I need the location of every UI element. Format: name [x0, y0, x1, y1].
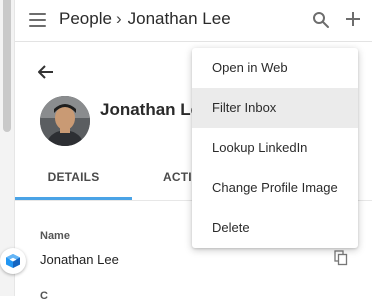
app-badge-icon — [6, 254, 20, 268]
back-arrow-icon[interactable] — [36, 62, 56, 82]
name-field-value: Jonathan Lee — [40, 252, 119, 267]
next-field-label: C — [40, 290, 48, 302]
tab-details-label: DETAILS — [47, 170, 100, 184]
menu-item-open-in-web[interactable]: Open in Web — [192, 48, 358, 88]
overflow-menu: Open in Web Filter Inbox Lookup LinkedIn… — [192, 48, 358, 248]
app-badge[interactable] — [0, 248, 26, 274]
breadcrumb: People › Jonathan Lee — [59, 9, 231, 29]
menu-item-filter-inbox[interactable]: Filter Inbox — [192, 88, 358, 128]
breadcrumb-current: Jonathan Lee — [127, 9, 231, 28]
scrollbar-thumb[interactable] — [3, 0, 11, 132]
tab-details[interactable]: DETAILS — [15, 156, 132, 200]
breadcrumb-separator: › — [115, 9, 122, 28]
avatar — [40, 96, 90, 146]
breadcrumb-root[interactable]: People — [59, 9, 112, 28]
add-icon[interactable] — [344, 10, 362, 28]
copy-icon[interactable] — [334, 250, 348, 266]
menu-item-delete[interactable]: Delete — [192, 208, 358, 248]
menu-item-lookup-linkedin[interactable]: Lookup LinkedIn — [192, 128, 358, 168]
name-field-label: Name — [40, 230, 70, 242]
menu-item-change-profile-image[interactable]: Change Profile Image — [192, 168, 358, 208]
menu-icon[interactable] — [29, 13, 46, 28]
top-bar: People › Jonathan Lee — [15, 0, 372, 42]
search-icon[interactable] — [312, 11, 330, 29]
tab-activity-label: ACTI — [163, 170, 192, 184]
